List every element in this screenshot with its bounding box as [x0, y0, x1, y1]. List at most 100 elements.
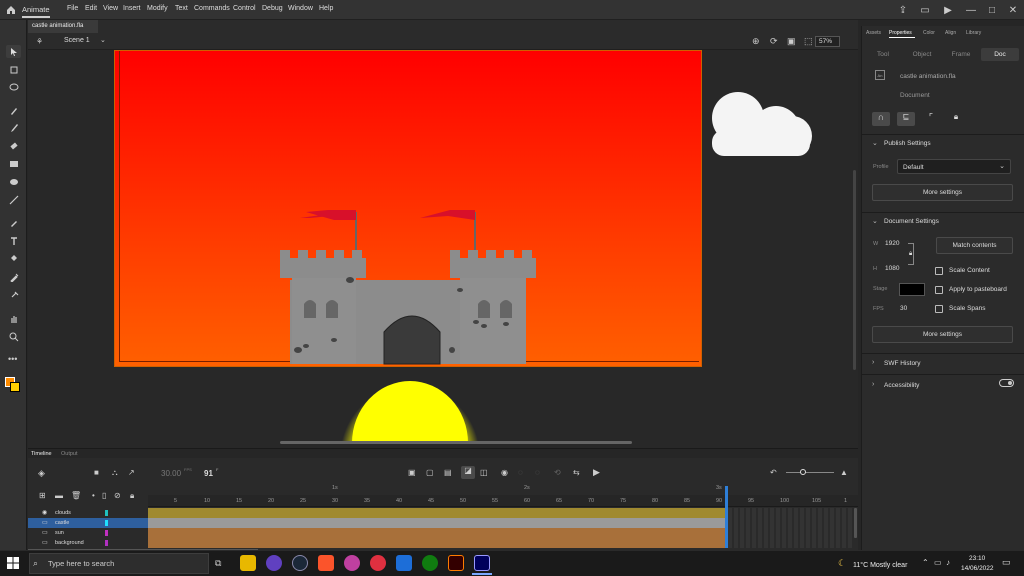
modify-markers-icon[interactable]: ⟲ — [554, 468, 561, 477]
task-view-icon[interactable]: ⧉ — [215, 558, 221, 569]
accessibility-title[interactable]: Accessibility — [884, 382, 919, 389]
profile-select[interactable]: Default ⌄ — [897, 159, 1011, 174]
close-icon[interactable]: ✕ — [1006, 3, 1020, 17]
snap-align-icon[interactable]: ⊑ — [897, 112, 915, 126]
network-icon[interactable]: ▭ — [934, 558, 942, 567]
menu-insert[interactable]: Insert — [123, 5, 141, 12]
frame-ruler[interactable]: 1s 2s 3s 5 10 15 20 25 30 35 40 45 50 55… — [148, 485, 858, 507]
onion-outline-icon[interactable]: ◌ — [518, 468, 523, 477]
camera-icon[interactable]: ■ — [94, 468, 99, 477]
volume-icon[interactable]: ♪ — [946, 558, 950, 567]
playhead[interactable] — [725, 486, 728, 548]
lock-icon[interactable]: 🔒︎ — [909, 251, 912, 258]
brave-icon[interactable] — [318, 555, 334, 571]
line-icon[interactable] — [6, 193, 21, 206]
test-movie-icon[interactable]: ▶ — [941, 3, 955, 17]
undo-icon[interactable]: ↶ — [770, 468, 777, 477]
fill-color-swatch[interactable] — [10, 382, 20, 392]
width-value[interactable]: 1920 — [885, 240, 899, 247]
zoom-select[interactable]: 57% — [815, 36, 840, 47]
empty-frames[interactable] — [728, 508, 852, 548]
layer-row-clouds[interactable]: ◉ clouds — [28, 508, 148, 518]
weather-text[interactable]: 11°C Mostly clear — [853, 562, 907, 569]
tab-align[interactable]: Align — [945, 30, 956, 36]
new-layer-icon[interactable]: ⊞ — [39, 491, 46, 500]
tab-library[interactable]: Library — [966, 30, 981, 36]
free-transform-icon[interactable] — [6, 63, 21, 76]
layer-color-swatch[interactable] — [105, 540, 108, 546]
parenting-icon[interactable]: ⛬ — [112, 468, 118, 478]
mountains-icon[interactable]: ▲ — [840, 468, 848, 477]
clock-date[interactable]: 14/06/2022 — [961, 565, 994, 572]
layer-name[interactable]: castle — [55, 520, 69, 526]
hand-icon[interactable] — [6, 312, 21, 325]
document-tab[interactable]: castle animation.fla — [28, 20, 98, 33]
menu-file[interactable]: File — [67, 5, 78, 12]
menu-debug[interactable]: Debug — [262, 5, 283, 12]
more-settings-button[interactable]: More settings — [872, 326, 1013, 343]
graph-icon[interactable]: ↗ — [128, 468, 135, 477]
frame-span-background[interactable] — [148, 538, 728, 548]
home-icon[interactable] — [5, 4, 17, 16]
share-icon[interactable]: ⇪ — [896, 3, 910, 17]
pen-icon[interactable] — [6, 104, 21, 117]
menu-control[interactable]: Control — [233, 5, 256, 12]
subtab-frame[interactable]: Frame — [942, 48, 980, 61]
insert-blank-keyframe-icon[interactable]: ▢ — [426, 468, 434, 477]
document-settings-title[interactable]: Document Settings — [884, 218, 939, 225]
eye-hidden-icon[interactable]: ⊘ — [114, 491, 121, 500]
notification-icon[interactable]: ▭ — [1002, 557, 1011, 568]
scene-name[interactable]: Scene 1 — [64, 37, 90, 44]
more-tools-icon[interactable]: ••• — [8, 354, 17, 364]
publish-settings-title[interactable]: Publish Settings — [884, 140, 931, 147]
animate-icon[interactable] — [474, 555, 490, 571]
snap-icon[interactable]: ∩ — [872, 112, 890, 126]
layer-name[interactable]: sun — [55, 530, 64, 536]
lock-icon[interactable]: 🔒︎ — [947, 112, 965, 126]
layer-name[interactable]: clouds — [55, 510, 71, 516]
eraser-icon[interactable] — [6, 139, 21, 152]
bitwarden-icon[interactable] — [396, 555, 412, 571]
file-explorer-icon[interactable] — [240, 555, 256, 571]
app-icon-purple[interactable] — [266, 555, 282, 571]
fps-value[interactable]: 30 — [900, 305, 907, 312]
apply-pasteboard-checkbox[interactable] — [935, 286, 943, 294]
eye-icon[interactable]: ◉ — [42, 509, 47, 516]
fit-stage-icon[interactable]: ⬚ — [804, 36, 813, 47]
scale-spans-checkbox[interactable] — [935, 305, 943, 313]
selection-tool-icon[interactable] — [6, 45, 21, 58]
delete-icon[interactable]: 🗑︎ — [71, 491, 81, 500]
chevron-down-icon[interactable]: ⌄ — [872, 217, 878, 225]
subtab-tool[interactable]: Tool — [864, 48, 902, 61]
cloud-artwork[interactable] — [708, 90, 812, 158]
layer-color-swatch[interactable] — [105, 520, 108, 526]
lock-icon[interactable]: 🔒︎ — [130, 491, 134, 501]
zoom-slider-track[interactable] — [786, 472, 834, 473]
layer-row-sun[interactable]: ▭ sun — [28, 528, 148, 538]
scale-content-checkbox[interactable] — [935, 267, 943, 275]
subtab-doc[interactable]: Doc — [981, 48, 1019, 61]
paint-bucket-icon[interactable] — [6, 252, 21, 265]
xbox-icon[interactable] — [422, 555, 438, 571]
menu-text[interactable]: Text — [175, 5, 188, 12]
brush-icon[interactable] — [6, 121, 21, 134]
subtab-object[interactable]: Object — [903, 48, 941, 61]
fps-display[interactable]: 30.00 — [161, 469, 181, 478]
clock-time[interactable]: 23:10 — [969, 555, 985, 562]
frame-span-castle[interactable] — [148, 518, 728, 528]
zoom-icon[interactable] — [6, 330, 21, 343]
text-tool-icon[interactable] — [6, 234, 21, 247]
oval-icon[interactable] — [6, 175, 21, 188]
messenger-icon[interactable] — [344, 555, 360, 571]
app-icon-red[interactable] — [370, 555, 386, 571]
pin-icon[interactable] — [6, 288, 21, 301]
minimize-icon[interactable]: — — [964, 3, 978, 17]
menu-help[interactable]: Help — [319, 5, 333, 12]
swf-history-title[interactable]: SWF History — [884, 360, 920, 367]
new-folder-icon[interactable]: ▬ — [55, 491, 63, 500]
more-settings-button[interactable]: More settings — [872, 184, 1013, 201]
illustrator-icon[interactable] — [448, 555, 464, 571]
layer-color-swatch[interactable] — [105, 510, 108, 516]
menu-modify[interactable]: Modify — [147, 5, 168, 12]
app-name[interactable]: Animate — [22, 5, 50, 18]
